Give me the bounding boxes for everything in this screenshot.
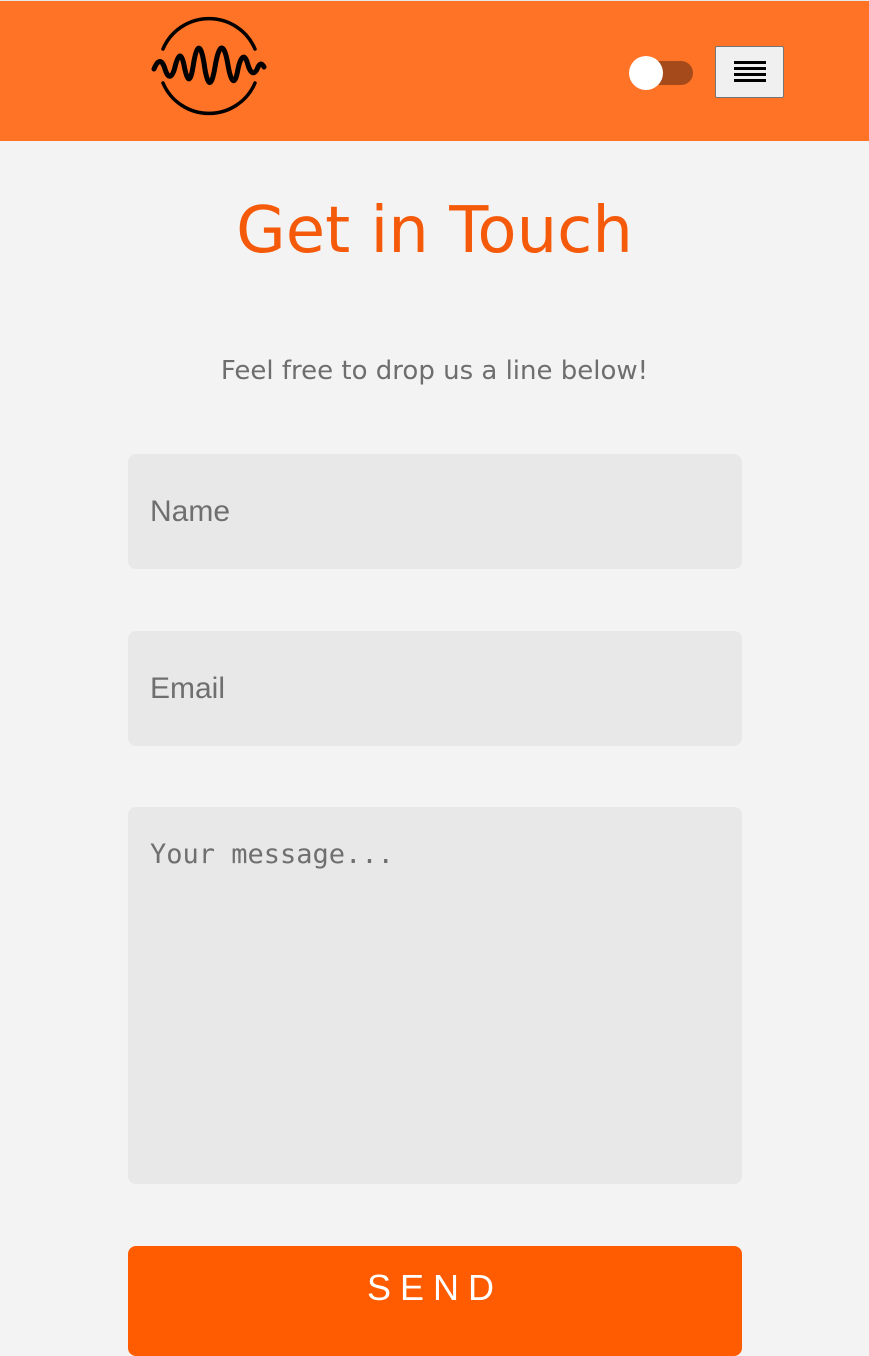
name-field[interactable] (128, 454, 742, 569)
toggle-knob (629, 56, 663, 90)
theme-toggle[interactable] (629, 56, 695, 90)
message-field[interactable] (128, 807, 742, 1184)
send-button[interactable]: SEND (128, 1246, 742, 1356)
hamburger-menu-icon (734, 61, 766, 85)
menu-button[interactable] (715, 46, 784, 98)
page-title: Get in Touch (236, 194, 633, 268)
page-subtitle: Feel free to drop us a line below! (220, 356, 649, 386)
site-header (0, 0, 869, 141)
email-field[interactable] (128, 631, 742, 746)
logo-icon[interactable] (150, 7, 268, 125)
